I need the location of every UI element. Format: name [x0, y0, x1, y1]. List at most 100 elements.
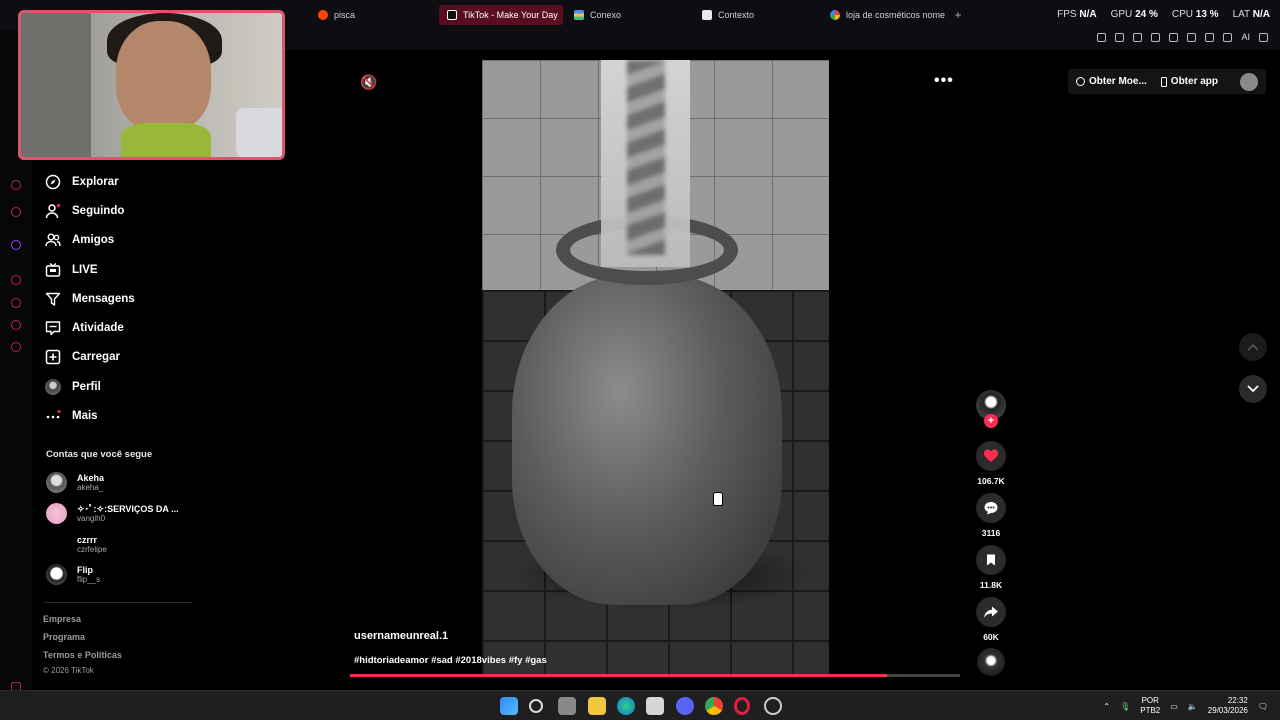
- windows-taskbar: ⌃ 🎙 POR PTB2 ▭ 🔈 22:32 29/03/2026 🗨: [0, 690, 1280, 720]
- browser-tab[interactable]: Conexo: [566, 5, 690, 25]
- like-button[interactable]: [976, 441, 1006, 471]
- music-disc-icon[interactable]: [977, 648, 1005, 676]
- chevron-up-tray-icon[interactable]: ⌃: [1103, 702, 1110, 711]
- pin-icon[interactable]: [1097, 33, 1107, 42]
- phone-icon: [1160, 76, 1167, 87]
- follow-button[interactable]: +: [984, 414, 998, 428]
- play-icon[interactable]: [1169, 33, 1179, 42]
- mute-icon[interactable]: 🔇: [360, 74, 377, 91]
- account-handle: flip__s: [77, 574, 101, 584]
- display-icon[interactable]: ▭: [1170, 702, 1178, 711]
- menu-icon[interactable]: [1259, 33, 1268, 42]
- microphone-icon[interactable]: 🎙: [1120, 702, 1130, 711]
- messenger-icon[interactable]: [11, 180, 21, 190]
- mail-icon[interactable]: [11, 207, 21, 217]
- video-author[interactable]: usernameunreal.1: [354, 630, 448, 642]
- video-rope: [627, 60, 665, 255]
- followed-account[interactable]: Akeha akeha_: [46, 472, 104, 493]
- browser-tab[interactable]: loja de cosméticos nome: [822, 5, 946, 25]
- performance-stats: FPS N/A GPU 24 % CPU 13 % LAT N/A: [1057, 9, 1270, 20]
- heart-icon[interactable]: [1187, 33, 1197, 42]
- followed-account[interactable]: Flip flip__s: [46, 564, 100, 585]
- nav-label: Perfil: [72, 380, 101, 393]
- avatar: [46, 564, 67, 585]
- footer-link-programa[interactable]: Programa: [43, 632, 85, 642]
- browser-tab[interactable]: pisca: [310, 5, 430, 25]
- chrome-icon[interactable]: [705, 697, 723, 715]
- search-icon[interactable]: [529, 699, 543, 713]
- nav-atividade[interactable]: Atividade: [44, 313, 194, 342]
- edge-icon[interactable]: [617, 697, 635, 715]
- followed-account[interactable]: czrrr czrfelipe: [46, 534, 107, 555]
- settings-icon[interactable]: [11, 342, 21, 352]
- extensions-icon[interactable]: [11, 320, 21, 330]
- get-app-button[interactable]: Obter app: [1160, 76, 1218, 87]
- followed-account[interactable]: ✧･ﾟ:✧:SERVIÇOS DA ... vangih0: [46, 503, 179, 524]
- avatar: [46, 503, 67, 524]
- nav-mensagens[interactable]: Mensagens: [44, 284, 194, 313]
- nav-live[interactable]: LIVE: [44, 255, 194, 284]
- download-icon[interactable]: [1223, 33, 1233, 42]
- nav-label: Amigos: [72, 234, 115, 247]
- volume-icon[interactable]: 🔈: [1188, 702, 1198, 711]
- clock[interactable]: 22:32 29/03/2026: [1208, 696, 1248, 716]
- friends-icon: [44, 232, 61, 249]
- footer-link-termos[interactable]: Termos e Políticas: [43, 650, 122, 660]
- nav-perfil[interactable]: Perfil: [44, 372, 194, 401]
- steam-icon[interactable]: [764, 697, 782, 715]
- user-avatar[interactable]: [1240, 72, 1258, 91]
- snapshot-icon[interactable]: [1115, 33, 1125, 42]
- store-icon[interactable]: [646, 697, 664, 715]
- notification-icon[interactable]: 🗨: [1258, 702, 1268, 711]
- opera-gx-icon[interactable]: [734, 697, 750, 715]
- webcam-person-shirt: [121, 123, 211, 157]
- nav-label: Mais: [72, 410, 98, 423]
- nav-explorar[interactable]: Explorar: [44, 167, 194, 196]
- conexo-favicon-icon: [574, 10, 584, 20]
- video-player[interactable]: [482, 60, 829, 675]
- webcam-overlay: [18, 10, 285, 160]
- browser-tab-active[interactable]: TikTok - Make Your Day: [439, 5, 563, 25]
- discord-icon[interactable]: [676, 697, 694, 715]
- aria-ai-button[interactable]: AI: [1241, 33, 1250, 42]
- tab-label: TikTok - Make Your Day: [463, 10, 558, 20]
- nav-label: LIVE: [72, 263, 98, 276]
- tab-label: Contexto: [718, 10, 755, 20]
- nav-seguindo[interactable]: Seguindo: [44, 196, 194, 225]
- browser-tab[interactable]: Contexto: [694, 5, 818, 25]
- video-hashtags[interactable]: #hidtoriadeamor #sad #2018vibes #fy #gas: [354, 655, 547, 666]
- save-button[interactable]: [976, 545, 1006, 575]
- file-explorer-icon[interactable]: [588, 697, 606, 715]
- nav-amigos[interactable]: Amigos: [44, 226, 194, 255]
- messages-icon: [44, 290, 61, 307]
- shield-icon[interactable]: [1133, 33, 1143, 42]
- nav-label: Explorar: [72, 175, 119, 188]
- next-video-button[interactable]: [1239, 375, 1267, 403]
- nav-mais[interactable]: Mais: [44, 401, 194, 430]
- comment-button[interactable]: [976, 493, 1006, 523]
- twitch-icon[interactable]: [11, 240, 21, 250]
- share-count: 60K: [983, 632, 999, 642]
- following-icon: [44, 202, 61, 219]
- new-tab-button[interactable]: +: [951, 8, 965, 22]
- video-progress-bar[interactable]: [350, 674, 960, 677]
- player-icon[interactable]: [11, 275, 21, 285]
- task-view-icon[interactable]: [558, 697, 576, 715]
- contexto-favicon-icon: [702, 10, 712, 20]
- nav-carregar[interactable]: Carregar: [44, 343, 194, 372]
- history-icon[interactable]: [11, 298, 21, 308]
- previous-video-button[interactable]: [1239, 333, 1267, 361]
- following-accounts-title: Contas que você segue: [46, 449, 153, 460]
- footer-link-empresa[interactable]: Empresa: [43, 614, 81, 624]
- account-icon[interactable]: [1205, 33, 1215, 42]
- webcam-person-face: [116, 21, 211, 131]
- windows-start-icon[interactable]: [500, 697, 518, 715]
- language-indicator[interactable]: POR PTB2: [1140, 696, 1160, 716]
- share-button[interactable]: [976, 597, 1006, 627]
- like-count: 106.7K: [977, 476, 1005, 486]
- translate-icon[interactable]: [1151, 33, 1161, 42]
- more-options-button[interactable]: •••: [934, 72, 954, 90]
- get-coins-button[interactable]: Obter Moe...: [1076, 76, 1147, 87]
- video-gas-cylinder: [512, 275, 782, 605]
- mouse-cursor-icon: [713, 492, 723, 506]
